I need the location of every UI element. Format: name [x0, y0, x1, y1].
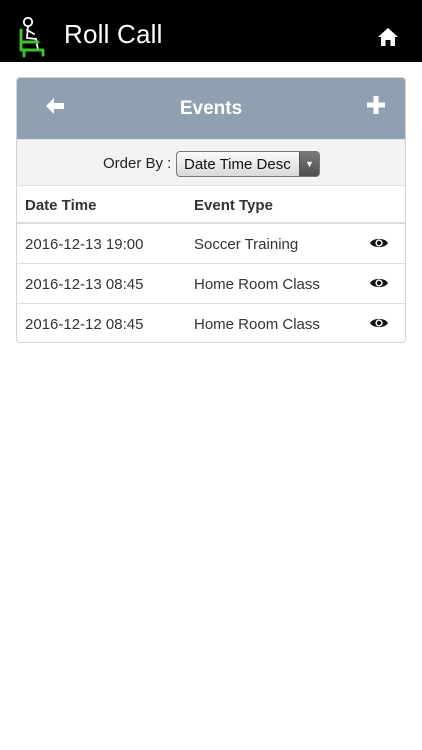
eye-icon[interactable] — [369, 235, 389, 251]
eye-icon[interactable] — [369, 315, 389, 331]
order-by-selected-value: Date Time Desc — [184, 156, 291, 173]
page-title: Events — [179, 98, 243, 119]
panel-header: Events — [17, 78, 405, 139]
table-row[interactable]: 2016-12-13 19:00 Soccer Training — [17, 224, 405, 264]
cell-event-type: Home Room Class — [194, 276, 320, 293]
app-bar: Roll Call — [0, 0, 422, 62]
order-by-row: Order By : Date Time Desc ▼ — [17, 139, 405, 186]
cell-event-type: Soccer Training — [194, 236, 299, 253]
table-row[interactable]: 2016-12-12 08:45 Home Room Class — [17, 304, 405, 342]
order-by-select[interactable]: Date Time Desc ▼ — [176, 151, 320, 177]
home-icon[interactable] — [377, 26, 399, 48]
cell-date-time: 2016-12-13 19:00 — [25, 236, 144, 253]
dropdown-arrow-icon: ▼ — [299, 152, 319, 176]
eye-icon[interactable] — [369, 275, 389, 291]
app-title: Roll Call — [64, 19, 163, 49]
order-by-label: Order By : — [103, 155, 172, 172]
cell-event-type: Home Room Class — [194, 316, 320, 333]
table-header: Date Time Event Type — [17, 186, 405, 224]
table-row[interactable]: 2016-12-13 08:45 Home Room Class — [17, 264, 405, 304]
column-header-event-type: Event Type — [194, 197, 273, 214]
events-panel: Events Order By : Date Time Desc ▼ Date … — [16, 77, 406, 343]
cell-date-time: 2016-12-13 08:45 — [25, 276, 144, 293]
plus-icon[interactable] — [367, 96, 385, 114]
cell-date-time: 2016-12-12 08:45 — [25, 316, 144, 333]
column-header-date-time: Date Time — [25, 197, 97, 214]
person-in-chair-logo — [19, 16, 45, 58]
